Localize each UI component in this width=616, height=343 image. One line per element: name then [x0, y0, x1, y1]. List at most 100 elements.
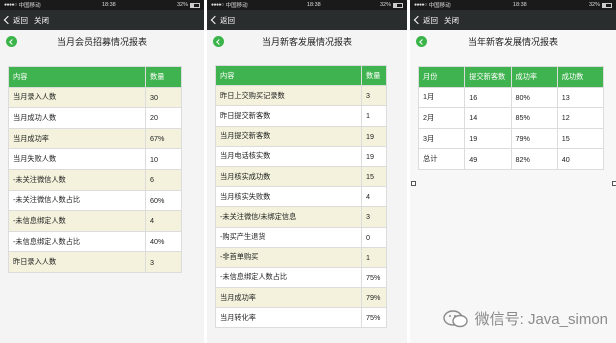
back-button[interactable]: 返回 [210, 15, 235, 26]
close-button[interactable]: 关闭 [444, 15, 459, 26]
table-cell: 75% [361, 266, 387, 289]
table-cell: 12 [556, 107, 605, 129]
table-cell: 19 [361, 145, 387, 167]
table-cell: 19 [361, 125, 387, 147]
table-cell: 当月转化率 [215, 307, 362, 329]
signal-icon: ●●●●○ [211, 2, 224, 8]
table-cell: 15 [556, 127, 605, 150]
phone-screen-monthly-new-customers: ●●●●○ 中国移动 18:38 32% 返回 当月新客发展情况报表 内容 数量 昨日… [207, 0, 407, 343]
table-cell: 3 [145, 251, 182, 273]
table-cell: -非首单购买 [215, 246, 362, 268]
table-row: 3月 19 79% 15 [417, 127, 605, 150]
table-cell: 10 [145, 148, 182, 170]
table-cell: 67% [145, 127, 182, 150]
table-cell: 82% [510, 148, 558, 170]
back-button[interactable]: 返回 [3, 15, 28, 26]
signal-icon: ●●●●○ [4, 2, 17, 8]
column-header: 提交新客数 [464, 66, 512, 88]
column-header: 成功数 [556, 66, 605, 88]
battery-percent: 32% [379, 2, 391, 8]
table-cell: 3 [361, 85, 387, 107]
table-cell: 当月核实成功数 [215, 165, 362, 188]
table-row: 当月成功率 67% [8, 127, 182, 150]
table-cell: 1月 [417, 86, 466, 109]
table-cell: 1 [361, 246, 387, 268]
table-cell: 15 [361, 165, 387, 188]
page-header: 当月新客发展情况报表 [207, 30, 407, 52]
table-row: 当月转化率 75% [215, 307, 387, 329]
table-cell: 总计 [417, 148, 466, 170]
page-title: 当月新客发展情况报表 [261, 36, 352, 47]
battery-icon [602, 2, 612, 8]
table-cell: 20 [145, 107, 182, 129]
table-row: 总计 49 82% 40 [417, 148, 605, 170]
table-header-row: 月份 提交新客数 成功率 成功数 [417, 66, 605, 88]
table-cell: 0 [361, 226, 387, 248]
chevron-left-icon [3, 15, 13, 25]
column-header: 内容 [215, 64, 362, 87]
table-cell: 1 [361, 105, 387, 127]
table-row: -未关注微信人数 6 [8, 168, 182, 191]
back-button[interactable]: 返回 [413, 15, 438, 26]
table-cell: 昨日提交新客数 [215, 105, 362, 127]
back-circle-icon[interactable] [416, 36, 427, 47]
table-cell: -未信息绑定人数 [8, 210, 146, 232]
nav-bar: 返回 [207, 10, 407, 30]
page-header: 当月会员招募情况报表 [0, 30, 204, 52]
table-cell: 19 [464, 127, 512, 150]
table-row: 当月成功率 79% [215, 287, 387, 309]
table-cell: 昨日上交购买记录数 [215, 85, 362, 107]
table-cell: 3 [361, 206, 387, 228]
table-row: 当月电话核实数 19 [215, 145, 387, 167]
table-cell: -未关注微信/未绑定信息 [215, 206, 362, 228]
clock: 18:38 [306, 2, 321, 8]
back-label: 返回 [220, 15, 235, 25]
table-row: 当月核实失败数 4 [215, 186, 387, 208]
table-cell: 80% [510, 86, 558, 109]
table-cell: 当月核实失败数 [215, 186, 362, 208]
resize-handle[interactable] [411, 181, 416, 186]
table-row: 昨日录入人数 3 [8, 251, 182, 273]
table-row: 1月 16 80% 13 [417, 86, 605, 109]
table-header-row: 内容 数量 [215, 64, 387, 87]
back-circle-icon[interactable] [6, 36, 17, 47]
nav-bar: 返回 关闭 [0, 10, 204, 30]
table-row: -购买产生退货 0 [215, 226, 387, 248]
table-row: 当月成功人数 20 [8, 107, 182, 129]
signal-icon: ●●●●○ [414, 2, 427, 8]
status-bar: ●●●●○ 中国移动 18:38 32% [410, 0, 616, 10]
back-circle-icon[interactable] [213, 36, 224, 47]
table-cell: 6 [145, 168, 182, 191]
table-row: 当月提交新客数 19 [215, 125, 387, 147]
table-cell: 当月成功率 [8, 127, 146, 150]
resize-handle[interactable] [612, 181, 616, 186]
table-cell: 30 [145, 86, 182, 109]
table-cell: 当月提交新客数 [215, 125, 362, 147]
table-cell: 16 [464, 86, 512, 109]
table-cell: 当月成功率 [215, 287, 362, 309]
phone-screen-member-recruitment: ●●●●○ 中国移动 18:38 32% 返回 关闭 当月会员招募情况报表 内容数… [0, 0, 204, 343]
table-cell: -购买产生退货 [215, 226, 362, 248]
battery-percent: 32% [176, 2, 188, 8]
table-row: 当月录入人数 30 [8, 86, 182, 109]
table-cell: 79% [510, 127, 558, 150]
back-label: 返回 [13, 15, 28, 25]
watermark-text: 微信号: Java_simon [474, 311, 608, 328]
table-header-row: 内容 数量 [8, 66, 182, 88]
table-row: -未信息绑定人数 4 [8, 210, 182, 232]
page-title: 当年新客发展情况报表 [467, 36, 558, 47]
report-table: 月份 提交新客数 成功率 成功数 1月 16 80% 13 2月 14 85% 12 3月 19 79% 15… [417, 66, 605, 170]
back-label: 返回 [423, 15, 438, 25]
table-row: -未信息绑定人数占比 75% [215, 266, 387, 289]
table-row: 当月失败人数 10 [8, 148, 182, 170]
column-header: 月份 [417, 66, 466, 88]
table-row: -未关注微信/未绑定信息 3 [215, 206, 387, 228]
table-cell: -未关注微信人数 [8, 168, 146, 191]
table-cell: 当月电话核实数 [215, 145, 362, 167]
nav-bar: 返回 关闭 [410, 10, 616, 30]
table-cell: 昨日录入人数 [8, 251, 146, 273]
carrier-label: 中国移动 [428, 3, 451, 9]
table-cell: 49 [464, 148, 512, 170]
phone-screen-yearly-new-customers: ●●●●○ 中国移动 18:38 32% 返回 关闭 当年新客发展情况报表 月份提… [410, 0, 616, 343]
close-button[interactable]: 关闭 [34, 15, 49, 26]
